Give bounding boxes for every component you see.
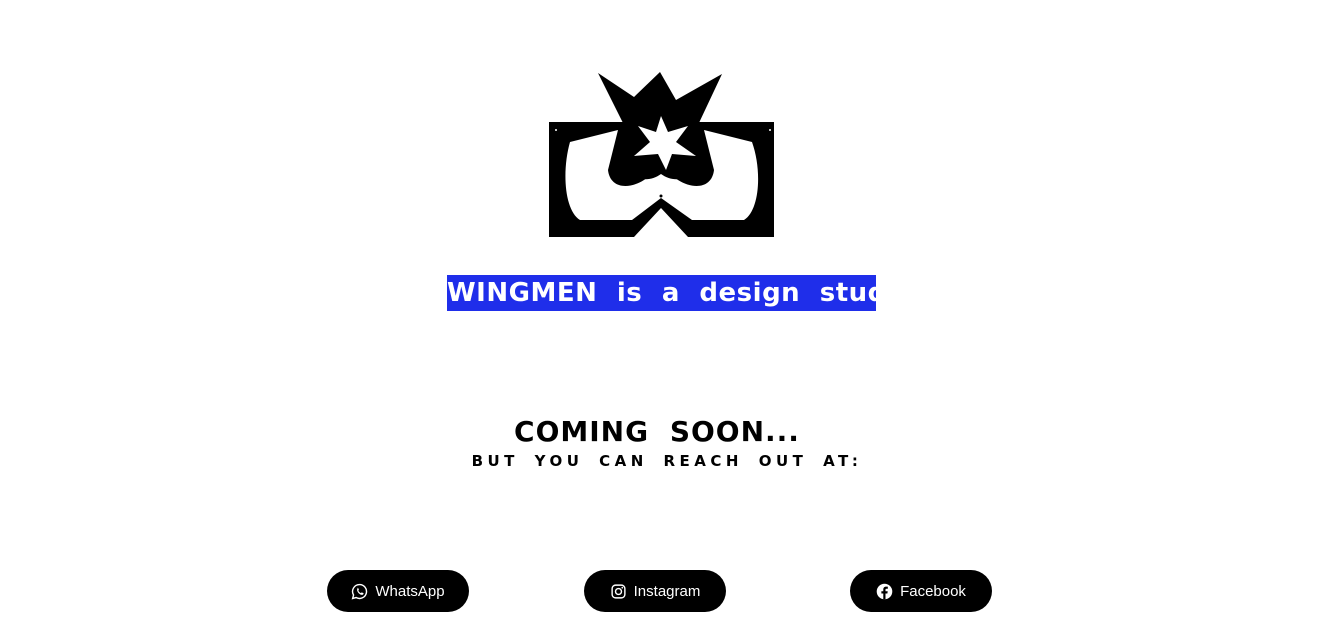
- reach-out-subheading: BUT YOU CAN REACH OUT AT:: [471, 452, 863, 470]
- facebook-icon: [876, 583, 893, 600]
- facebook-button[interactable]: Facebook: [850, 570, 992, 612]
- wingmen-logo: [549, 72, 774, 237]
- coming-soon-heading: COMING SOON...: [514, 415, 800, 448]
- instagram-button[interactable]: Instagram: [584, 570, 726, 612]
- landing-page: WINGMEN is a design studio COMING SOON..…: [0, 0, 1332, 633]
- whatsapp-button[interactable]: WhatsApp: [327, 570, 469, 612]
- tagline-banner: WINGMEN is a design studio: [447, 275, 914, 311]
- facebook-label: Facebook: [900, 582, 966, 600]
- instagram-label: Instagram: [633, 582, 701, 600]
- whatsapp-label: WhatsApp: [375, 582, 445, 600]
- instagram-icon: [610, 583, 627, 600]
- whatsapp-icon: [351, 583, 368, 600]
